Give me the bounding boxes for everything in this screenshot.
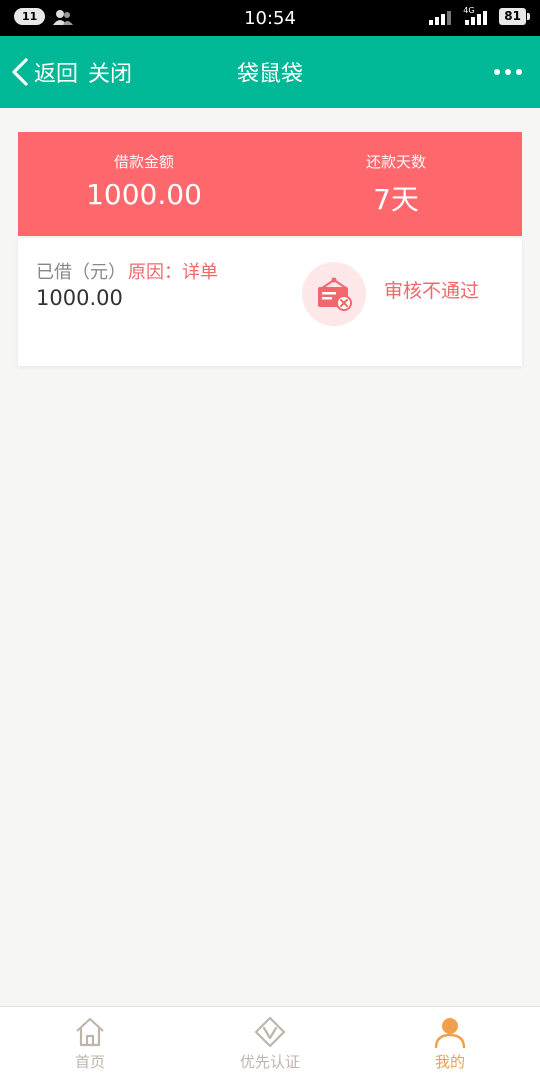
review-status-text: 审核不通过	[384, 280, 480, 302]
rejected-status-badge	[302, 262, 366, 326]
signal-4g-group: 4G	[463, 5, 491, 25]
record-header: 已借（元） 原因：详单	[36, 258, 218, 284]
back-label: 返回	[34, 62, 79, 87]
notification-count-badge: 11	[14, 8, 46, 25]
tab-mine-label: 我的	[434, 1053, 465, 1071]
loan-record-card[interactable]: 已借（元） 原因：详单 1000.00 审核不通过	[18, 238, 522, 366]
more-dot-icon	[505, 69, 511, 75]
status-left: 11	[14, 8, 74, 25]
v-badge-icon	[254, 1016, 286, 1048]
person-icon	[434, 1018, 466, 1049]
network-type-label: 4G	[463, 5, 475, 15]
loan-amount-block: 借款金额 1000.00	[18, 132, 270, 236]
loan-summary-banner: 借款金额 1000.00 还款天数 7天	[18, 132, 522, 236]
borrowed-amount: 1000.00	[36, 286, 123, 310]
more-dot-icon	[516, 69, 522, 75]
tab-priority-verification-label: 优先认证	[239, 1053, 300, 1071]
borrowed-label: 已借（元）	[36, 262, 126, 283]
loan-amount-label: 借款金额	[113, 153, 174, 171]
repay-days-label: 还款天数	[365, 153, 426, 171]
repay-days-value: 7天	[373, 183, 419, 216]
rejected-document-icon	[318, 277, 352, 311]
tab-home-label: 首页	[74, 1053, 105, 1071]
status-bar: 11 10:54 4G 81	[0, 0, 540, 36]
battery-level: 81	[499, 8, 530, 25]
repay-days-block: 还款天数 7天	[270, 132, 522, 236]
signal-icon	[429, 10, 452, 25]
page-title: 袋鼠袋	[236, 62, 303, 87]
more-dot-icon	[494, 69, 500, 75]
more-menu-button[interactable]	[494, 36, 522, 108]
home-icon	[76, 1017, 104, 1047]
chevron-left-icon	[12, 58, 28, 86]
users-icon	[53, 9, 74, 25]
bottom-tab-bar: 首页 优先认证 我的	[0, 1006, 540, 1080]
back-button[interactable]: 返回	[10, 36, 78, 108]
close-button[interactable]: 关闭	[88, 36, 132, 108]
loan-amount-value: 1000.00	[86, 178, 202, 211]
tab-home[interactable]: 首页	[0, 1007, 180, 1080]
status-right: 4G 81	[429, 5, 530, 25]
tab-priority-verification[interactable]: 优先认证	[180, 1007, 360, 1080]
nav-bar: 返回 关闭 袋鼠袋	[0, 36, 540, 108]
reason-detail-link[interactable]: 原因：详单	[128, 258, 218, 284]
tab-mine[interactable]: 我的	[360, 1007, 540, 1080]
clock: 10:54	[244, 7, 296, 29]
